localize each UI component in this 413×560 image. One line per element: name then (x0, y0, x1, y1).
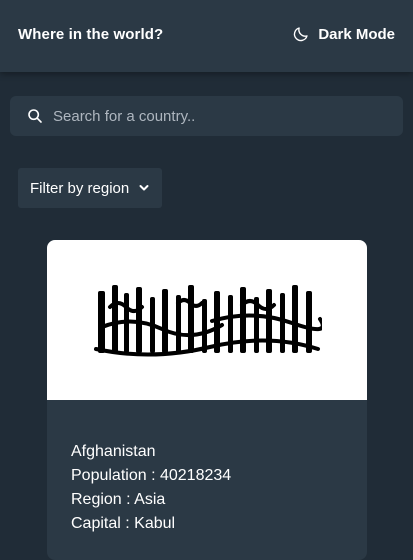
population-label: Population (71, 467, 147, 484)
search-input[interactable] (51, 95, 403, 137)
card-body: Afghanistan Population : 40218234 Region… (47, 400, 367, 536)
capital-label: Capital (71, 515, 121, 532)
search-box[interactable] (10, 95, 403, 137)
population-row: Population : 40218234 (71, 467, 232, 484)
country-card[interactable]: Afghanistan Population : 40218234 Region… (47, 240, 367, 560)
capital-value: Kabul (134, 515, 176, 532)
region-value: Asia (134, 491, 166, 508)
region-row: Region : Asia (71, 491, 166, 508)
moon-icon (292, 25, 310, 43)
filter-label: Filter by region (30, 179, 130, 197)
afghanistan-flag (47, 240, 367, 400)
flag-emblem (94, 285, 322, 357)
app-title: Where in the world? (18, 26, 164, 43)
app-header: Where in the world? Dark Mode (0, 0, 413, 72)
search-icon (27, 108, 43, 124)
dark-mode-label: Dark Mode (318, 25, 395, 43)
region-filter-select[interactable]: Filter by region (18, 168, 162, 208)
chevron-down-icon (139, 184, 149, 192)
region-label: Region (71, 491, 122, 508)
capital-row: Capital : Kabul (71, 515, 176, 532)
country-name: Afghanistan (71, 443, 156, 460)
population-value: 40218234 (159, 467, 232, 484)
dark-mode-toggle[interactable]: Dark Mode (292, 25, 395, 43)
